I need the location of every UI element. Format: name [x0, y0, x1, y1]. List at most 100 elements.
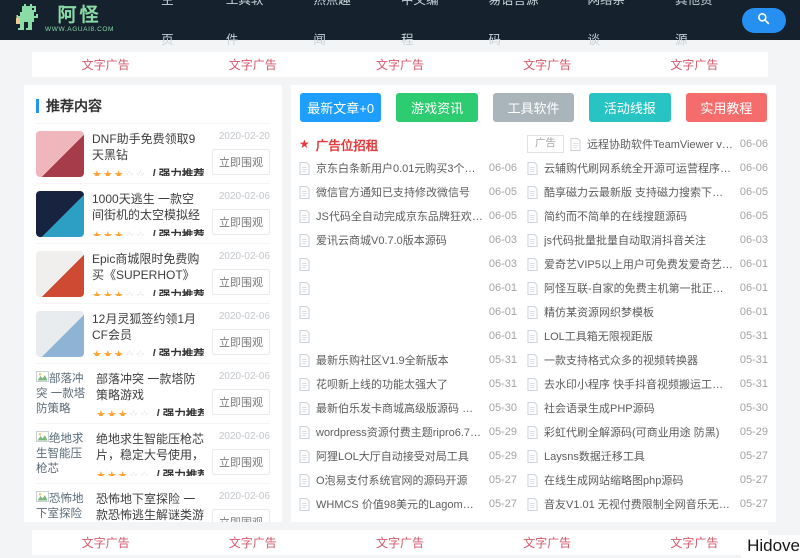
empty-stars-icon: ☆☆ [125, 349, 147, 356]
recommend-label: / 强力推荐 [149, 230, 204, 236]
article-title-link[interactable]: 在线生成网站缩略图php源码 [544, 472, 734, 488]
view-now-button[interactable]: 立即围观 [212, 149, 270, 175]
article-title-link[interactable]: 花呗新上线的功能太强大了 [316, 376, 483, 392]
article-date: 06-06 [740, 138, 768, 150]
view-now-button[interactable]: 立即围观 [212, 209, 270, 235]
article-list-item: 在线生成网站缩略图php源码05-27 [527, 468, 768, 492]
nav-item-2[interactable]: 工具软件 [205, 0, 293, 60]
category-button-4[interactable]: 活动线报 [589, 93, 670, 122]
thumbnail-image[interactable] [36, 311, 84, 357]
nav-item-7[interactable]: 其他资源 [654, 0, 742, 60]
recommended-item-title[interactable]: 绝地求生智能压枪芯片，稳定大号使用，永久免费 [96, 431, 204, 464]
article-date: 05-31 [740, 378, 768, 390]
text-ad-link[interactable]: 文字广告 [82, 534, 130, 551]
view-now-button[interactable]: 立即围观 [212, 449, 270, 475]
article-title-link[interactable]: 微信官方通知已支持修改微信号 [316, 184, 483, 200]
article-title-link[interactable]: WHMCS 价值98美元的Lagom模板开源 [316, 496, 483, 512]
category-button-3[interactable]: 工具软件 [493, 93, 574, 122]
article-title-link[interactable]: 爱奇艺VIP5以上用户可免费发爱奇艺VIP红包 [544, 256, 734, 272]
recommended-item-title[interactable]: 恐怖地下室探险 一款恐怖逃生解谜类游戏 [96, 491, 204, 522]
article-title-link[interactable]: 彩虹代刷全解源码(可商业用途 防黑) [544, 424, 734, 440]
text-ad-link[interactable]: 文字广告 [523, 534, 571, 551]
text-ad-link[interactable]: 文字广告 [670, 534, 718, 551]
article-date: 06-05 [740, 210, 768, 222]
view-now-button[interactable]: 立即围观 [212, 269, 270, 295]
recommended-item-info: 1000天逃生 一款空间街机的太空模拟经营游戏★★★☆☆ / 强力推荐 [92, 191, 204, 236]
article-title-link[interactable]: Laysns数据迁移工具 [544, 448, 734, 464]
thumbnail-image[interactable] [36, 131, 84, 177]
article-title-link[interactable]: 酷享磁力云最新版 支持磁力搜索下载和一... [544, 184, 734, 200]
category-button-5[interactable]: 实用教程 [686, 93, 767, 122]
article-title-link[interactable]: 去水印小程序 快手抖音视频搬运工上热门... [544, 376, 734, 392]
nav-item-5[interactable]: 易语言源码 [468, 0, 567, 60]
text-ad-link[interactable]: 文字广告 [376, 534, 424, 551]
text-ad-link[interactable]: 文字广告 [229, 534, 277, 551]
article-title-link[interactable]: 京东白条新用户0.01元购买3个月爱奇艺黄... [316, 160, 483, 176]
article-title-link[interactable]: LOL工具箱无限视距版 [544, 328, 734, 344]
article-date: 06-01 [489, 330, 517, 342]
text-ad-link[interactable]: 文字广告 [670, 56, 718, 73]
article-title-link[interactable]: O泡易支付系统官网的源码开源 [316, 472, 483, 488]
recommended-item-info: 12月灵狐签约领1月CF会员★★★☆☆ / 强力推荐 [92, 311, 204, 356]
article-title-link[interactable]: 最新乐购社区V1.9全新版本 [316, 352, 483, 368]
article-list-left: ★广告位招租京东白条新用户0.01元购买3个月爱奇艺黄...06-06微信官方通… [299, 132, 517, 516]
article-list-item: 一款支持格式众多的视频转换器05-31 [527, 348, 768, 372]
article-title-link[interactable]: 音友V1.01 无视付费限制全网音乐无损免费... [544, 496, 734, 512]
article-title-link[interactable]: 远程协助软件TeamViewer v11 单文件版 [587, 136, 734, 152]
nav-item-1[interactable]: 主页 [140, 0, 205, 60]
thumbnail-image[interactable] [36, 191, 84, 237]
recommended-item-date: 2020-02-06 [219, 191, 270, 202]
text-ad-link[interactable]: 文字广告 [376, 56, 424, 73]
article-title-link[interactable]: 精仿某资源网织梦模板 [544, 304, 734, 320]
document-icon [527, 258, 538, 271]
article-title-link[interactable]: 一款支持格式众多的视频转换器 [544, 352, 734, 368]
site-logo[interactable]: 阿怪 WWW.AGUAI8.COM [14, 4, 114, 37]
text-ad-link[interactable]: 文字广告 [229, 56, 277, 73]
recommended-item: Epic商城限时免费购买《SUPERHOT》游戏★★★☆☆ / 强力推荐2020… [36, 243, 270, 303]
article-title-link[interactable]: 爱讯云商城V0.7.0版本源码 [316, 232, 483, 248]
view-now-button[interactable]: 立即围观 [212, 389, 270, 415]
recommended-item-meta: 2020-02-06立即围观 [212, 491, 270, 522]
article-title-link[interactable]: 阿怪互联-自家的免费主机第一批正式开启 [544, 280, 734, 296]
article-title-link[interactable]: 社会语录生成PHP源码 [544, 400, 734, 416]
article-list-item: 花呗新上线的功能太强大了05-31 [299, 372, 517, 396]
category-button-2[interactable]: 游戏资讯 [396, 93, 477, 122]
article-title-link[interactable]: js代码批量批量自动取消抖音关注 [544, 232, 734, 248]
nav-item-6[interactable]: 网络杂谈 [567, 0, 655, 60]
document-icon [299, 210, 310, 223]
ad-slot-link[interactable]: 广告位招租 [316, 135, 517, 154]
recommended-item-title[interactable]: 1000天逃生 一款空间街机的太空模拟经营游戏 [92, 191, 204, 224]
article-list-item: 最新乐购社区V1.9全新版本05-31 [299, 348, 517, 372]
article-title-link[interactable]: 阿狸LOL大厅自动接受对局工具 [316, 448, 483, 464]
article-list-item: 云辅购代刷网系统全开源可运营程序搭建06-06 [527, 156, 768, 180]
nav-item-3[interactable]: 热点趣闻 [292, 0, 380, 60]
article-title-link[interactable]: 云辅购代刷网系统全开源可运营程序搭建 [544, 160, 734, 176]
recommended-header: 推荐内容 [36, 93, 270, 123]
category-button-1[interactable]: 最新文章+0 [300, 93, 381, 122]
recommended-item-title[interactable]: 部落冲突 一款塔防策略游戏 [96, 371, 204, 403]
text-ad-link[interactable]: 文字广告 [82, 56, 130, 73]
article-title-link[interactable]: 简约而不简单的在线搜题源码 [544, 208, 734, 224]
broken-thumbnail[interactable]: 绝地求生智能压枪芯片，... [36, 431, 88, 477]
recommended-item-title[interactable]: DNF助手免费领取9天黑钻 [92, 131, 204, 163]
article-date: 05-27 [489, 474, 517, 486]
thumbnail-image[interactable] [36, 251, 84, 297]
article-list-item: 06-01 [299, 324, 517, 348]
header-accent-bar [36, 99, 39, 113]
article-title-link[interactable]: 最新伯乐发卡商城高级版源码 无后门 [316, 400, 483, 416]
recommended-item-title[interactable]: Epic商城限时免费购买《SUPERHOT》游戏 [92, 251, 204, 284]
article-title-link[interactable]: wordpress资源付费主题ripro6.7含美化包... [316, 424, 483, 440]
view-now-button[interactable]: 立即围观 [212, 329, 270, 355]
recommended-item-title[interactable]: 12月灵狐签约领1月CF会员 [92, 311, 204, 343]
broken-thumbnail[interactable]: 恐怖地下室探险 一款恐怖... [36, 491, 88, 522]
nav-item-4[interactable]: 中文编程 [380, 0, 468, 60]
article-list-item: 彩虹代刷全解源码(可商业用途 防黑)05-29 [527, 420, 768, 444]
article-title-link[interactable]: JS代码全自动完成京东品牌狂欢城活动任务 [316, 208, 483, 224]
view-now-button[interactable]: 立即围观 [212, 509, 270, 522]
bottom-text-ads-bar: 文字广告 文字广告 文字广告 文字广告 文字广告 [32, 530, 768, 555]
broken-thumbnail[interactable]: 部落冲突 一款塔防策略游... [36, 371, 88, 417]
document-icon [527, 210, 538, 223]
search-button[interactable] [742, 8, 786, 33]
text-ad-link[interactable]: 文字广告 [523, 56, 571, 73]
recommended-item: 1000天逃生 一款空间街机的太空模拟经营游戏★★★☆☆ / 强力推荐 2020-… [36, 183, 270, 243]
